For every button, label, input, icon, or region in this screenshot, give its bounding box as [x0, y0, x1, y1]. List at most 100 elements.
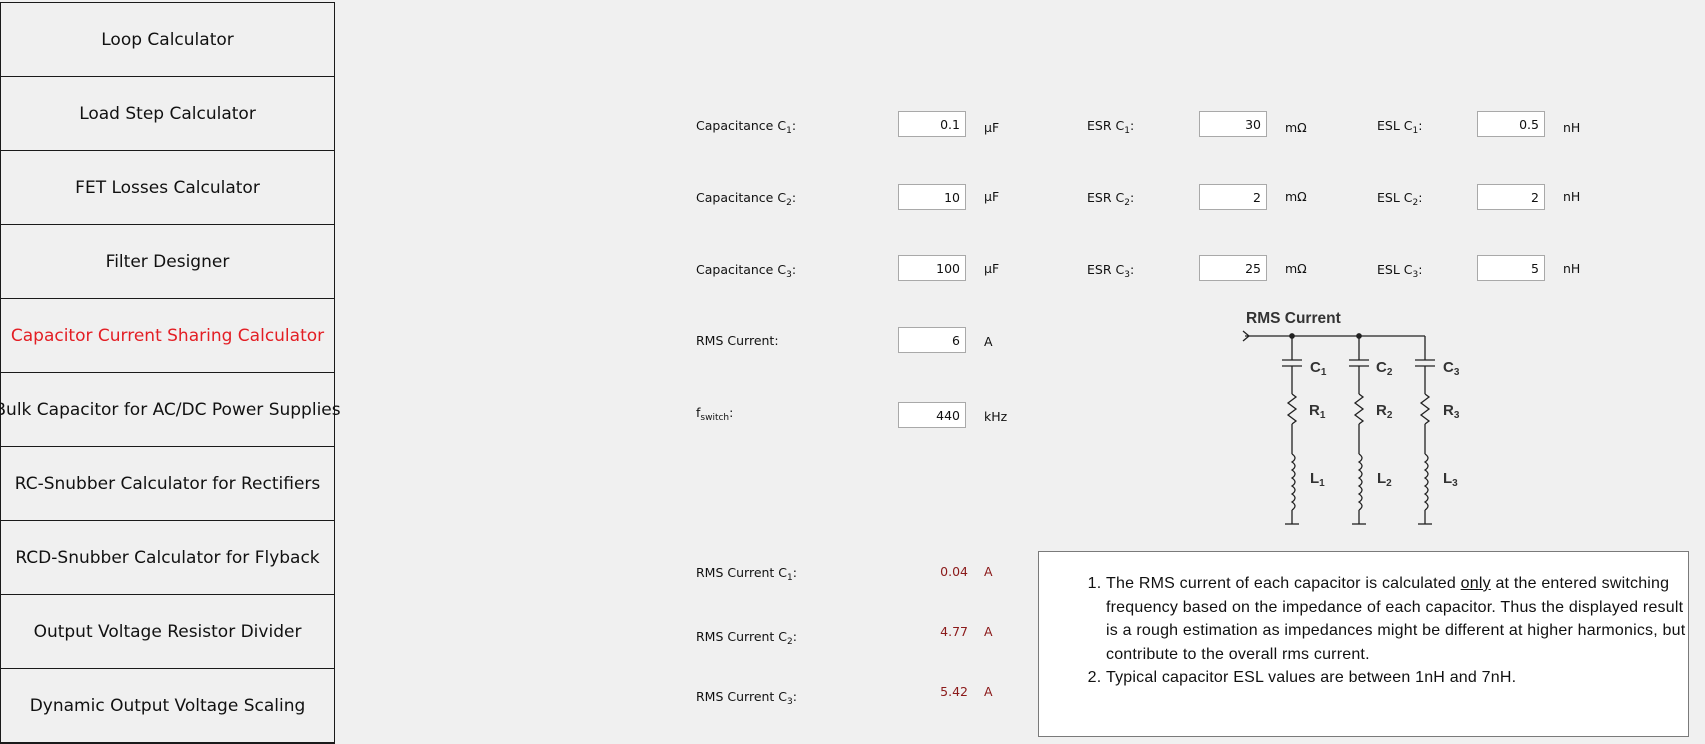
- label-sub: 2: [1412, 198, 1419, 208]
- nav-label: Output Voltage Resistor Divider: [33, 621, 302, 642]
- nav-label: Filter Designer: [105, 251, 230, 272]
- label-sub: 2: [787, 637, 793, 647]
- circuit-schematic: C1 C2 C3 R1 R2 R3 L1 L2 L3: [1242, 330, 1460, 525]
- label-sub: 3: [1124, 270, 1130, 280]
- result-c2-unit: A: [984, 624, 993, 639]
- label-text: ESL C: [1377, 118, 1413, 133]
- result-c1-label: RMS Current C1:: [696, 565, 797, 583]
- esl-c3-unit: nH: [1563, 261, 1581, 276]
- sidebar-nav: Loop Calculator Load Step Calculator FET…: [0, 0, 341, 744]
- nav-output-voltage-divider[interactable]: Output Voltage Resistor Divider: [0, 594, 335, 670]
- l2-label: L2: [1377, 470, 1392, 489]
- note-2: Typical capacitor ESL values are between…: [1106, 666, 1688, 690]
- esl-c2-unit: nH: [1563, 189, 1581, 204]
- label-text: ESR C: [1087, 118, 1125, 133]
- result-c2-label: RMS Current C2:: [696, 629, 797, 647]
- esr-c2-input[interactable]: [1199, 184, 1267, 210]
- esr-c2-unit: mΩ: [1285, 189, 1307, 204]
- label-sub: 1: [787, 573, 793, 583]
- r1-label: R1: [1309, 402, 1326, 421]
- label-sub: 1: [786, 126, 792, 136]
- rms-current-input[interactable]: [898, 327, 966, 353]
- c3-label: C3: [1443, 359, 1460, 378]
- capacitance-c2-input[interactable]: [898, 184, 966, 210]
- esl-c1-label: ESL C1:: [1377, 118, 1423, 136]
- nav-label: Loop Calculator: [101, 29, 234, 50]
- label-text: ESR C: [1087, 262, 1125, 277]
- nav-fet-losses-calculator[interactable]: FET Losses Calculator: [0, 150, 335, 226]
- note-1: The RMS current of each capacitor is cal…: [1106, 572, 1688, 666]
- label-text: RMS Current C: [696, 565, 788, 580]
- note-text: The RMS current of each capacitor is cal…: [1106, 575, 1461, 592]
- capacitance-c2-unit: µF: [984, 189, 1000, 204]
- rms-current-label: RMS Current:: [696, 333, 779, 348]
- label-text: ESL C: [1377, 190, 1413, 205]
- result-c3-unit: A: [984, 684, 993, 699]
- nav-label: RCD-Snubber Calculator for Flyback: [15, 547, 320, 568]
- label-sub: 1: [1412, 126, 1419, 136]
- nav-label: FET Losses Calculator: [75, 177, 260, 198]
- r3-label: R3: [1443, 402, 1460, 421]
- nav-loop-calculator[interactable]: Loop Calculator: [0, 2, 335, 78]
- nav-load-step-calculator[interactable]: Load Step Calculator: [0, 76, 335, 152]
- label-sub: 3: [1412, 270, 1419, 280]
- notes-box: The RMS current of each capacitor is cal…: [1038, 551, 1689, 737]
- label-text: Capacitance C: [696, 190, 787, 205]
- label-sub: 3: [786, 270, 792, 280]
- esr-c3-unit: mΩ: [1285, 261, 1307, 276]
- capacitance-c1-label: Capacitance C1:: [696, 118, 797, 136]
- capacitance-c3-label: Capacitance C3:: [696, 262, 797, 280]
- r2-label: R2: [1376, 402, 1393, 421]
- esl-c1-input[interactable]: [1477, 111, 1545, 137]
- label-sub: switch: [700, 413, 730, 423]
- nav-dynamic-output-voltage[interactable]: Dynamic Output Voltage Scaling: [0, 668, 335, 744]
- label-text: Capacitance C: [696, 262, 787, 277]
- c2-label: C2: [1376, 359, 1393, 378]
- esl-c2-label: ESL C2:: [1377, 190, 1423, 208]
- nav-label: RC-Snubber Calculator for Rectifiers: [14, 473, 321, 494]
- nav-filter-designer[interactable]: Filter Designer: [0, 224, 335, 300]
- l1-label: L1: [1310, 470, 1325, 489]
- nav-bulk-capacitor[interactable]: Bulk Capacitor for AC/DC Power Supplies: [0, 372, 341, 448]
- esr-c2-label: ESR C2:: [1087, 190, 1135, 208]
- circuit-diagram: RMS Current C1 C2 C3 R1 R2 R3 L1 L2 L3: [1240, 306, 1480, 530]
- fswitch-label: fswitch:: [696, 405, 734, 423]
- result-c2-value: 4.77: [940, 624, 968, 639]
- nav-rcd-snubber[interactable]: RCD-Snubber Calculator for Flyback: [0, 520, 335, 596]
- result-c3-value: 5.42: [940, 684, 968, 699]
- fswitch-input[interactable]: [898, 402, 966, 428]
- label-sub: 3: [787, 697, 793, 707]
- rms-current-unit: A: [984, 334, 993, 349]
- capacitance-c3-unit: µF: [984, 261, 1000, 276]
- label-text: Capacitance C: [696, 118, 787, 133]
- l3-label: L3: [1443, 470, 1458, 489]
- capacitance-c2-label: Capacitance C2:: [696, 190, 797, 208]
- label-text: ESL C: [1377, 262, 1413, 277]
- esr-c3-label: ESR C3:: [1087, 262, 1135, 280]
- label-sub: 2: [1124, 198, 1130, 208]
- notes-list: The RMS current of each capacitor is cal…: [1039, 552, 1688, 690]
- label-text: RMS Current C: [696, 629, 788, 644]
- result-c1-value: 0.04: [940, 564, 968, 579]
- label-sub: 2: [786, 198, 792, 208]
- capacitance-c1-input[interactable]: [898, 111, 966, 137]
- esr-c1-unit: mΩ: [1285, 120, 1307, 135]
- note-text: Typical capacitor ESL values are between…: [1106, 669, 1517, 686]
- esl-c2-input[interactable]: [1477, 184, 1545, 210]
- nav-capacitor-current-sharing[interactable]: Capacitor Current Sharing Calculator: [0, 298, 335, 374]
- note-emphasis: only: [1460, 575, 1491, 592]
- nav-label: Bulk Capacitor for AC/DC Power Supplies: [0, 399, 341, 420]
- c1-label: C1: [1310, 359, 1327, 378]
- nav-label: Capacitor Current Sharing Calculator: [10, 325, 325, 346]
- nav-rc-snubber[interactable]: RC-Snubber Calculator for Rectifiers: [0, 446, 335, 522]
- esl-c3-input[interactable]: [1477, 255, 1545, 281]
- capacitance-c1-unit: µF: [984, 120, 1000, 135]
- label-sub: 1: [1124, 126, 1130, 136]
- capacitance-c3-input[interactable]: [898, 255, 966, 281]
- label-text: RMS Current C: [696, 689, 788, 704]
- esl-c3-label: ESL C3:: [1377, 262, 1423, 280]
- esl-c1-unit: nH: [1563, 120, 1581, 135]
- esr-c3-input[interactable]: [1199, 255, 1267, 281]
- esr-c1-input[interactable]: [1199, 111, 1267, 137]
- fswitch-unit: kHz: [984, 409, 1008, 424]
